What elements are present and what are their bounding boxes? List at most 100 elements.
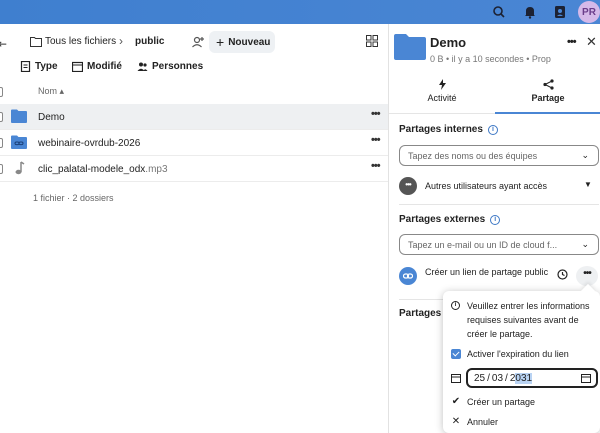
list-header: Nom ▴	[0, 82, 388, 102]
folder-icon	[394, 34, 426, 60]
internal-shares-label: Partages internes	[399, 124, 483, 135]
checkmark-icon: ✔	[451, 396, 461, 407]
chevron-down-icon: ⌄	[581, 239, 589, 249]
plus-icon: +	[216, 34, 225, 50]
select-all-checkbox[interactable]	[0, 87, 3, 97]
row-actions-icon[interactable]: •••	[371, 160, 381, 172]
file-name-text: webinaire-ovrdub-2026	[38, 138, 141, 149]
calendar-icon	[72, 61, 83, 72]
filter-modified[interactable]: Modifié	[72, 61, 122, 72]
column-name-header[interactable]: Nom ▴	[38, 86, 64, 97]
sidebar-title: Demo	[430, 35, 467, 50]
filter-modified-label: Modifié	[87, 61, 122, 72]
info-icon[interactable]: i	[490, 214, 501, 225]
link-folder-icon	[11, 135, 27, 149]
folder-outline-icon	[30, 37, 42, 47]
public-link-row[interactable]: Créer un lien de partage public •••	[399, 265, 599, 287]
tab-activity-label: Activité	[427, 93, 457, 103]
file-name-text: Demo	[38, 112, 65, 123]
info-icon[interactable]: i	[487, 124, 498, 135]
calendar-icon	[451, 374, 461, 383]
file-name-text: clic_palatal-modele_odx	[38, 164, 146, 175]
caret-down-icon: ▼	[584, 180, 592, 189]
info-icon: i	[451, 301, 460, 310]
file-name[interactable]: clic_palatal-modele_odx.mp3	[38, 164, 168, 175]
date-day: 25	[474, 373, 486, 384]
external-share-search[interactable]: Tapez un e-mail ou un ID de cloud f... ⌄	[399, 234, 599, 255]
tab-activity[interactable]: Activité	[389, 76, 495, 114]
truncated-section-title: Partages s	[399, 308, 450, 319]
folder-icon	[11, 109, 27, 123]
chevron-down-icon: ⌄	[581, 150, 589, 160]
tab-sharing-label: Partage	[531, 93, 565, 103]
date-month: 03	[491, 373, 504, 384]
list-summary: 1 fichier · 2 dossiers	[33, 193, 114, 203]
audio-file-icon	[15, 161, 25, 175]
lightning-icon	[438, 79, 446, 90]
document-icon	[20, 61, 31, 72]
checkbox-checked-icon	[451, 349, 461, 359]
column-name-label: Nom	[38, 86, 58, 96]
expiration-checkbox[interactable]: Activer l'expiration du lien	[451, 349, 569, 359]
table-row[interactable]: webinaire-ovrdub-2026 •••	[0, 130, 388, 156]
row-checkbox[interactable]	[0, 138, 3, 148]
sidebar-tabs: Activité Partage	[389, 76, 600, 114]
share-person-icon[interactable]	[190, 34, 206, 50]
calendar-picker-icon[interactable]	[581, 373, 591, 383]
other-users-label: Autres utilisateurs ayant accès	[425, 181, 548, 191]
expiration-date-input[interactable]: 25 / 03 / 2031	[466, 368, 598, 388]
internal-share-placeholder: Tapez des noms ou des équipes	[408, 151, 538, 161]
sidebar-meta: 0 B • il y a 10 secondes • Prop	[430, 54, 551, 64]
row-actions-icon[interactable]: •••	[371, 108, 381, 120]
menu-info: i Veuillez entrer les informations requi…	[451, 299, 596, 341]
file-name[interactable]: Demo	[38, 112, 65, 123]
link-icon	[399, 267, 417, 285]
close-icon[interactable]: ✕	[586, 34, 597, 50]
grid-view-icon[interactable]	[366, 35, 378, 47]
avatar[interactable]: PR	[578, 1, 600, 23]
tab-sharing[interactable]: Partage	[495, 76, 600, 114]
navigation-toggle-icon[interactable]: ⇤	[0, 37, 7, 51]
external-shares-title: Partages externes i	[399, 214, 501, 225]
people-icon	[137, 62, 148, 71]
expiration-label: Activer l'expiration du lien	[467, 349, 569, 359]
table-row[interactable]: clic_palatal-modele_odx.mp3 •••	[0, 156, 388, 182]
new-button-label: Nouveau	[228, 36, 271, 48]
share-icon	[542, 79, 554, 90]
clock-icon[interactable]	[557, 269, 568, 280]
row-actions-icon[interactable]: •••	[371, 134, 381, 146]
breadcrumb-current[interactable]: public	[135, 36, 164, 47]
new-button[interactable]: + Nouveau	[209, 31, 275, 53]
cancel-label: Annuler	[467, 416, 499, 427]
breadcrumb-home[interactable]: Tous les fichiers	[45, 36, 116, 47]
menu-info-text: Veuillez entrer les informations requise…	[467, 301, 590, 339]
sort-up-icon: ▴	[59, 86, 65, 96]
search-icon[interactable]	[491, 4, 507, 20]
close-icon: ✕	[451, 416, 461, 427]
expiration-date-row: 25 / 03 / 2031	[451, 368, 598, 390]
sidebar-more-icon[interactable]: •••	[567, 36, 577, 48]
filter-type[interactable]: Type	[20, 61, 58, 72]
more-icon: •••	[399, 177, 417, 195]
external-shares-label: Partages externes	[399, 214, 486, 225]
divider	[399, 204, 599, 205]
contacts-icon[interactable]	[552, 4, 568, 20]
date-year-selected: 031	[515, 373, 533, 384]
file-name[interactable]: webinaire-ovrdub-2026	[38, 138, 140, 149]
table-row[interactable]: Demo •••	[0, 104, 388, 130]
internal-share-search[interactable]: Tapez des noms ou des équipes ⌄	[399, 145, 599, 166]
file-list-area: ⇤ Tous les fichiers › public + Nouveau Ty…	[0, 24, 388, 433]
row-checkbox[interactable]	[0, 164, 3, 174]
row-checkbox[interactable]	[0, 112, 3, 122]
create-share-label: Créer un partage	[467, 396, 536, 407]
share-options-menu: i Veuillez entrer les informations requi…	[443, 291, 600, 433]
create-public-link-label: Créer un lien de partage public	[425, 267, 549, 277]
other-users-row[interactable]: ••• Autres utilisateurs ayant accès ▼	[399, 177, 594, 195]
filter-people[interactable]: Personnes	[137, 61, 203, 72]
internal-shares-title: Partages internes i	[399, 124, 498, 135]
bell-icon[interactable]	[522, 4, 538, 20]
create-share-button[interactable]: ✔ Créer un partage	[451, 396, 535, 407]
top-bar: PR	[0, 0, 600, 24]
cancel-button[interactable]: ✕ Annuler	[451, 416, 498, 427]
breadcrumb-separator-icon: ›	[119, 34, 123, 48]
